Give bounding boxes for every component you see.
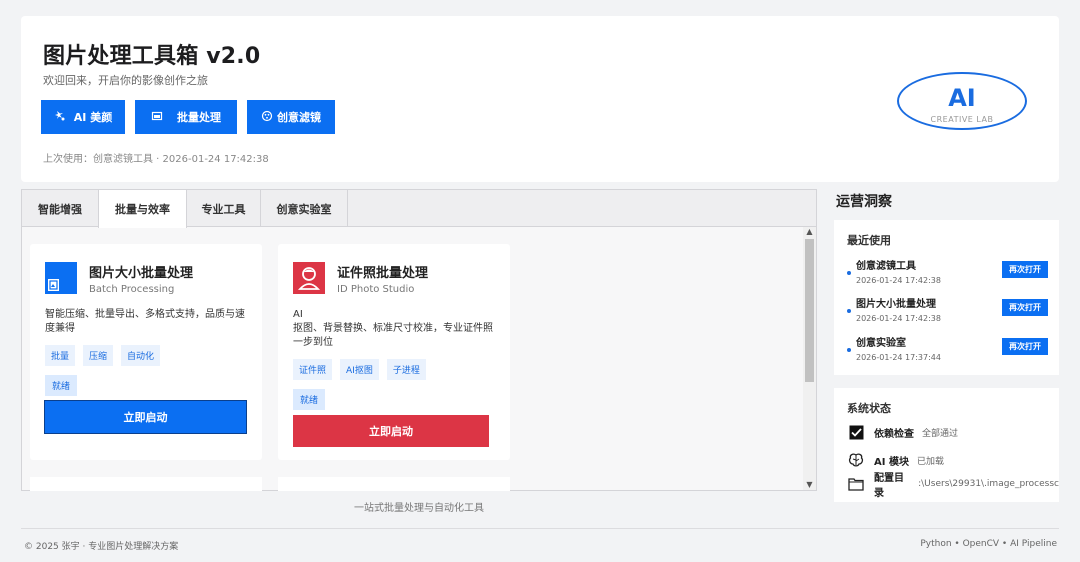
tab-caption: 一站式批量处理与自动化工具 (354, 503, 484, 514)
tab-creative-lab[interactable]: 创意实验室 (261, 190, 348, 227)
card-title: 图片大小批量处理 (89, 266, 194, 281)
reopen-button[interactable]: 再次打开 (1002, 299, 1048, 316)
tag: 证件照 (293, 359, 333, 380)
tab-smart-enhance[interactable]: 智能增强 (22, 190, 99, 227)
card-title: 证件照批量处理 (337, 266, 429, 281)
ai-lab-logo: AI CREATIVE LAB (897, 72, 1027, 130)
tag: 自动化 (121, 345, 161, 366)
insights-title: 运营洞察 (836, 194, 892, 210)
app-title: 图片处理工具箱 v2.0 (43, 44, 261, 69)
recent-usage-card: 最近使用 创意滤镜工具 2026-01-24 17:42:38 再次打开 图片大… (834, 220, 1059, 375)
tool-card-batch-resize: 图片大小批量处理 Batch Processing 智能压缩、批量导出、多格式支… (30, 244, 262, 460)
copyright: © 2025 张宇 · 专业图片处理解决方案 (24, 542, 179, 552)
tab-batch-efficiency[interactable]: 批量与效率 (98, 190, 187, 228)
recent-heading: 最近使用 (847, 234, 891, 247)
status-heading: 系统状态 (847, 402, 891, 415)
card-subtitle: Batch Processing (89, 284, 175, 295)
tool-tabs-panel: 智能增强 批量与效率 专业工具 创意实验室 图片大小批量处理 Batch Pro… (21, 189, 817, 491)
logo-caption: CREATIVE LAB (930, 115, 994, 124)
batch-icon (151, 110, 163, 125)
card-description: 智能压缩、批量导出、多格式支持，品质与速度兼得 (45, 309, 245, 334)
footer-divider (21, 528, 1059, 529)
creative-filter-button[interactable]: 创意滤镜 (247, 100, 335, 134)
tag: AI抠图 (340, 359, 379, 380)
last-used-info: 上次使用：创意滤镜工具 · 2026-01-24 17:42:38 (43, 154, 269, 165)
palette-icon (261, 110, 273, 125)
status-badge: 就绪 (293, 389, 326, 410)
recent-item: 图片大小批量处理 2026-01-24 17:42:38 再次打开 (847, 295, 1048, 329)
tab-pro-tools[interactable]: 专业工具 (187, 190, 261, 227)
card-description: AI 抠图、背景替换、标准尺寸校准，专业证件照一步到位 (293, 309, 493, 348)
tag: 子进程 (386, 359, 426, 380)
card-subtitle: ID Photo Studio (337, 284, 415, 295)
checkbox-icon (848, 424, 864, 440)
tab-bar: 智能增强 批量与效率 专业工具 创意实验室 (22, 190, 816, 228)
status-badge: 就绪 (45, 375, 78, 396)
app-subtitle: 欢迎回来，开启你的影像创作之旅 (43, 74, 208, 87)
tag: 压缩 (83, 345, 114, 366)
scroll-thumb[interactable] (805, 239, 814, 382)
portrait-icon (293, 262, 325, 294)
reopen-button[interactable]: 再次打开 (1002, 261, 1048, 278)
card-tags: 证件照 AI抠图 子进程 (293, 359, 426, 380)
status-row-config-dir: 配置目录 :\Users\29931\.image_processc (848, 473, 1059, 499)
ai-beauty-button[interactable]: AI 美颜 (41, 100, 125, 134)
card-tags: 批量 压缩 自动化 (45, 345, 161, 366)
bullet-icon (847, 271, 851, 275)
launch-button[interactable]: 立即启动 (44, 400, 247, 434)
vertical-scrollbar[interactable]: ▲ ▼ (803, 227, 816, 490)
image-icon (45, 262, 77, 294)
scroll-down-icon[interactable]: ▼ (803, 480, 816, 489)
status-row-dependencies: 依赖检查 全部通过 (848, 423, 958, 441)
tech-stack: Python • OpenCV • AI Pipeline (920, 539, 1057, 549)
tool-card-partial (30, 477, 262, 491)
batch-process-button[interactable]: 批量处理 (135, 100, 237, 134)
brain-icon (848, 452, 864, 468)
launch-button[interactable]: 立即启动 (293, 415, 489, 447)
status-row-ai-module: AI 模块 已加载 (848, 451, 944, 469)
tool-card-id-photo: 证件照批量处理 ID Photo Studio AI 抠图、背景替换、标准尺寸校… (278, 244, 510, 460)
quick-actions: AI 美颜 批量处理 创意滤镜 (41, 100, 335, 134)
bullet-icon (847, 348, 851, 352)
scroll-up-icon[interactable]: ▲ (803, 227, 816, 236)
header-card: 图片处理工具箱 v2.0 欢迎回来，开启你的影像创作之旅 AI 美颜 批量处理 … (21, 16, 1059, 182)
tag: 批量 (45, 345, 76, 366)
logo-text: AI (948, 84, 976, 112)
sparkle-icon (54, 110, 66, 125)
tool-card-partial (278, 477, 510, 491)
recent-item: 创意滤镜工具 2026-01-24 17:42:38 再次打开 (847, 257, 1048, 291)
bullet-icon (847, 309, 851, 313)
folder-icon (848, 476, 864, 492)
system-status-card: 系统状态 依赖检查 全部通过 AI 模块 已加载 配置目录 :\Users\29… (834, 388, 1059, 502)
recent-item: 创意实验室 2026-01-24 17:37:44 再次打开 (847, 334, 1048, 368)
reopen-button[interactable]: 再次打开 (1002, 338, 1048, 355)
